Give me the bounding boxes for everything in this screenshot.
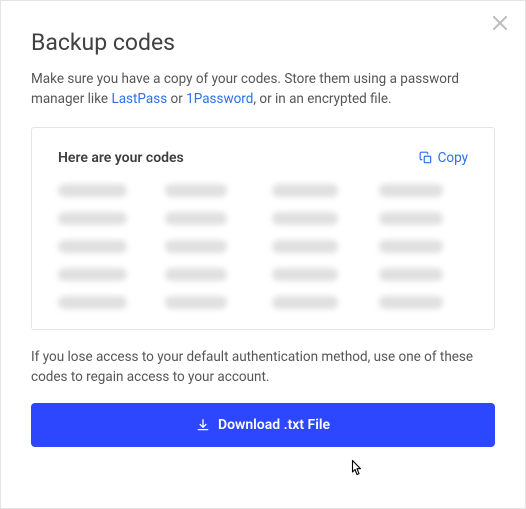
info-text: If you lose access to your default authe… xyxy=(31,348,495,387)
backup-code xyxy=(272,268,338,281)
backup-code xyxy=(272,212,338,225)
lastpass-link[interactable]: LastPass xyxy=(111,91,167,107)
backup-code xyxy=(58,240,127,253)
backup-code xyxy=(58,212,127,225)
modal-title: Backup codes xyxy=(31,29,495,56)
close-button[interactable] xyxy=(493,15,507,33)
backup-code xyxy=(272,240,338,253)
backup-code xyxy=(165,184,227,197)
backup-code xyxy=(58,268,127,281)
modal-subtitle: Make sure you have a copy of your codes.… xyxy=(31,70,495,109)
copy-button[interactable]: Copy xyxy=(419,150,468,166)
close-icon xyxy=(493,14,507,34)
backup-code xyxy=(165,240,227,253)
codes-container: Here are your codes Copy xyxy=(31,127,495,330)
backup-code xyxy=(165,296,227,309)
download-label: Download .txt File xyxy=(218,417,330,433)
download-txt-button[interactable]: Download .txt File xyxy=(31,403,495,447)
codes-header-title: Here are your codes xyxy=(58,150,184,166)
subtitle-text-3: , or in an encrypted file. xyxy=(253,91,391,107)
backup-codes-modal: Backup codes Make sure you have a copy o… xyxy=(0,0,526,509)
copy-icon xyxy=(419,151,433,165)
codes-header: Here are your codes Copy xyxy=(58,150,468,166)
backup-code xyxy=(379,184,443,197)
1password-link[interactable]: 1Password xyxy=(186,91,253,107)
backup-code xyxy=(379,296,443,309)
codes-grid xyxy=(58,184,468,309)
backup-code xyxy=(272,296,338,309)
backup-code xyxy=(379,240,443,253)
backup-code xyxy=(58,184,127,197)
backup-code xyxy=(379,212,443,225)
backup-code xyxy=(58,296,127,309)
backup-code xyxy=(379,268,443,281)
backup-code xyxy=(272,184,338,197)
backup-code xyxy=(165,212,227,225)
download-icon xyxy=(196,418,210,432)
copy-label: Copy xyxy=(438,150,468,166)
backup-code xyxy=(165,268,227,281)
subtitle-text-2: or xyxy=(167,91,186,107)
